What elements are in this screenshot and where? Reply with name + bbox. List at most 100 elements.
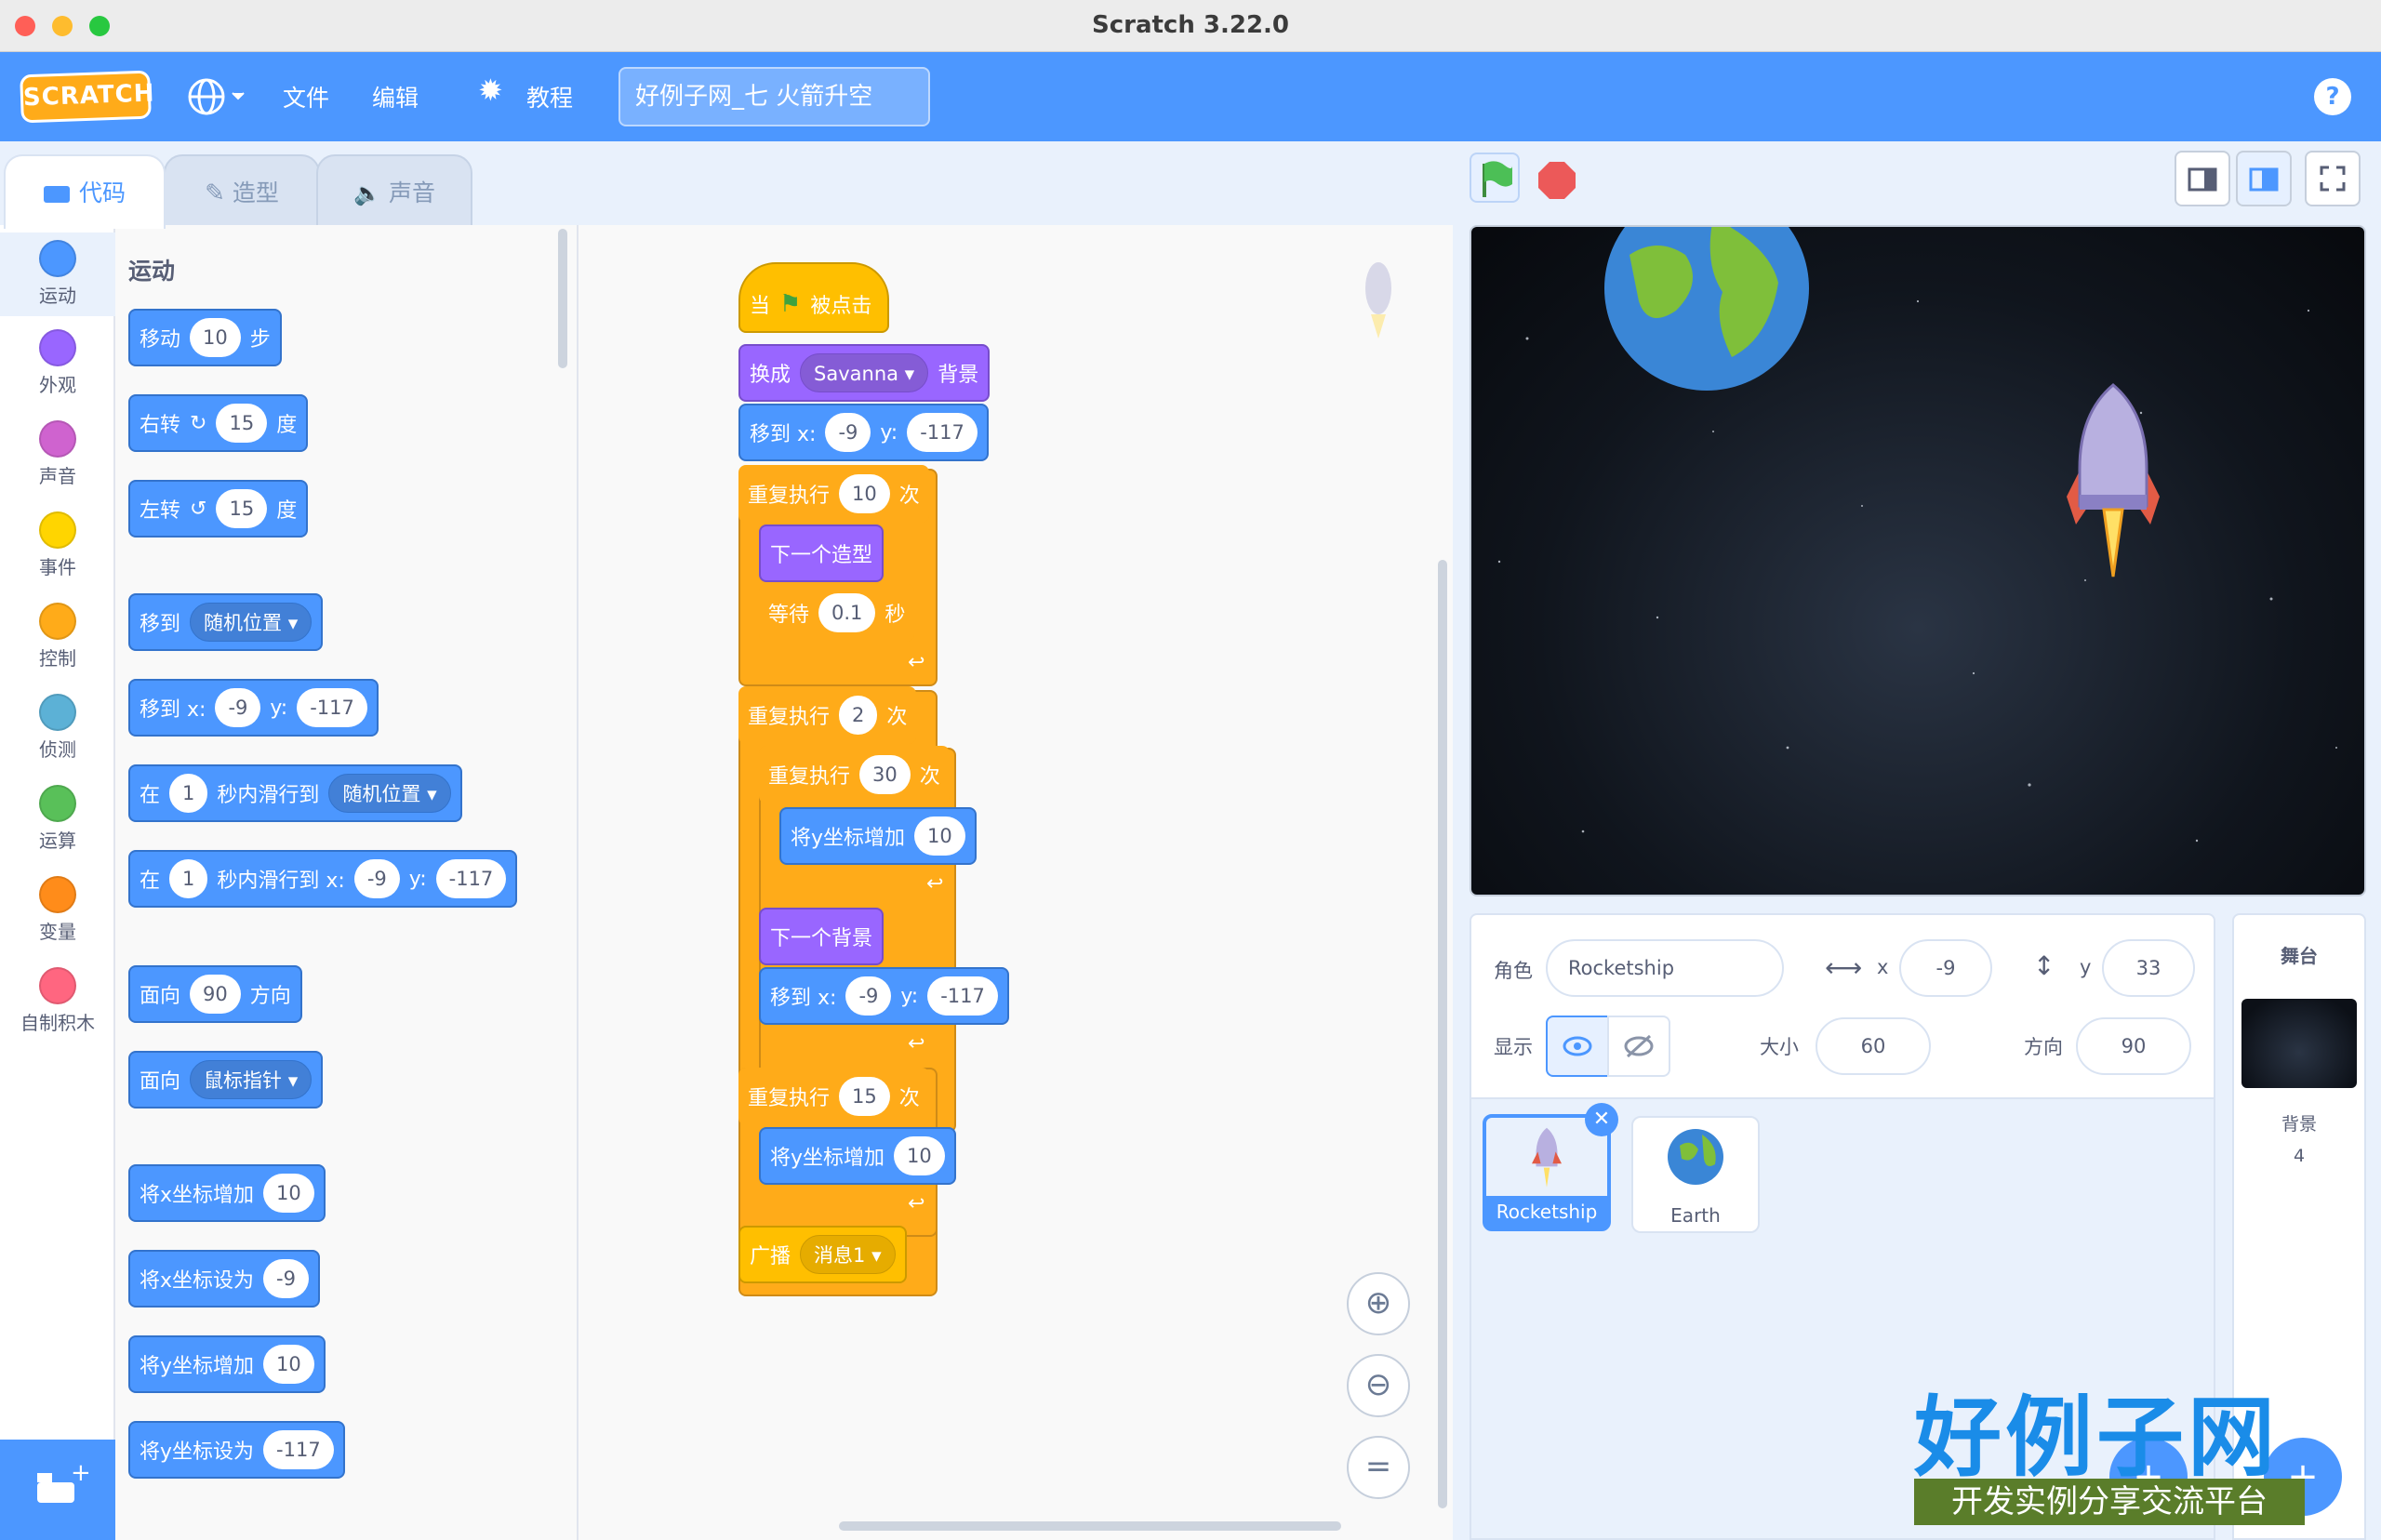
edit-menu[interactable]: 编辑 [372, 80, 419, 113]
block-broadcast[interactable]: 广播 消息1 ▾ [738, 1226, 907, 1283]
fullscreen-button[interactable] [2305, 151, 2361, 206]
repeat-count-input[interactable]: 10 [839, 474, 890, 513]
block-move-steps[interactable]: 移动 10 步 [128, 309, 282, 366]
repeat-header-1[interactable]: 重复执行 10 次 [738, 465, 929, 523]
category-events[interactable]: 事件 [0, 511, 115, 579]
palette-scrollbar[interactable] [558, 229, 567, 368]
number-input[interactable]: 10 [190, 318, 241, 357]
category-variables[interactable]: 变量 [0, 876, 115, 944]
block-goto-xy[interactable]: 移到 x: -9 y: -117 [128, 679, 379, 737]
block-glide-to-target[interactable]: 在 1 秒内滑行到 随机位置 ▾ [128, 764, 462, 822]
rocketship-sprite[interactable] [2067, 383, 2160, 578]
project-title-input[interactable]: 好例子网_七 火箭升空 [619, 67, 930, 126]
target-dropdown[interactable]: 鼠标指针 ▾ [190, 1060, 313, 1099]
normal-stage-button[interactable] [2236, 151, 2292, 206]
number-input[interactable]: 15 [216, 489, 268, 528]
block-goto-target[interactable]: 移到 随机位置 ▾ [128, 593, 324, 651]
repeat-count-input[interactable]: 30 [859, 755, 911, 794]
stop-button[interactable] [1538, 162, 1576, 199]
workspace-horizontal-scrollbar[interactable] [839, 1521, 1341, 1531]
block-goto-xy[interactable]: 移到 x: -9 y: -117 [738, 404, 989, 461]
number-input[interactable]: 10 [263, 1174, 314, 1213]
show-sprite-toggle[interactable] [1546, 1016, 1609, 1077]
block-switch-backdrop[interactable]: 换成 Savanna ▾ 背景 [738, 344, 991, 402]
y-input[interactable]: -117 [297, 688, 367, 727]
y-input[interactable]: -117 [907, 413, 978, 452]
message-dropdown[interactable]: 消息1 ▾ [800, 1235, 896, 1274]
repeat-header-2[interactable]: 重复执行 2 次 [738, 686, 917, 744]
number-input[interactable]: 10 [894, 1136, 945, 1175]
delete-sprite-button[interactable]: ✕ [1585, 1103, 1618, 1136]
repeat-header-4[interactable]: 重复执行 15 次 [738, 1068, 929, 1125]
number-input[interactable]: -9 [263, 1259, 309, 1298]
green-flag-button[interactable] [1470, 153, 1520, 203]
earth-sprite[interactable] [1604, 227, 1809, 391]
tab-code[interactable]: 代码 [4, 154, 166, 229]
add-extension-button[interactable]: + [0, 1440, 115, 1540]
scratch-logo[interactable]: SCRATCH [20, 70, 155, 124]
small-stage-button[interactable] [2175, 151, 2230, 206]
x-input[interactable]: -9 [353, 859, 400, 898]
language-menu[interactable] [186, 76, 247, 121]
number-input[interactable]: 1 [169, 774, 208, 813]
block-turn-left[interactable]: 左转 ↺ 15 度 [128, 480, 309, 538]
block-set-x[interactable]: 将x坐标设为 -9 [128, 1250, 320, 1308]
block-turn-right[interactable]: 右转 ↻ 15 度 [128, 394, 309, 452]
number-input[interactable]: 15 [216, 404, 268, 443]
size-input[interactable]: 60 [1816, 1017, 1931, 1075]
block-glide-to-xy[interactable]: 在 1 秒内滑行到 x: -9 y: -117 [128, 850, 518, 908]
block-change-y[interactable]: 将y坐标增加 10 [759, 1127, 956, 1185]
y-input[interactable]: -117 [435, 859, 507, 898]
category-motion[interactable]: 运动 [0, 232, 115, 316]
repeat-count-input[interactable]: 2 [839, 696, 878, 735]
sprite-tile-earth[interactable]: Earth [1631, 1116, 1760, 1233]
backdrop-dropdown[interactable]: Savanna ▾ [800, 353, 929, 392]
category-my-blocks[interactable]: 自制积木 [0, 967, 115, 1035]
seconds-input[interactable]: 0.1 [818, 593, 876, 632]
direction-input[interactable]: 90 [190, 975, 241, 1014]
y-input[interactable]: 33 [2102, 939, 2195, 997]
block-set-y[interactable]: 将y坐标设为 -117 [128, 1421, 345, 1479]
repeat-header-3[interactable]: 重复执行 30 次 [759, 746, 950, 803]
number-input[interactable]: 10 [914, 816, 965, 856]
number-input[interactable]: 1 [169, 859, 208, 898]
block-change-x[interactable]: 将x坐标增加 10 [128, 1164, 326, 1222]
block-change-y[interactable]: 将y坐标增加 10 [779, 807, 977, 865]
block-next-costume[interactable]: 下一个造型 [759, 524, 885, 582]
x-input[interactable]: -9 [845, 976, 892, 1016]
tab-costumes[interactable]: ✎ 造型 [164, 154, 320, 229]
block-goto-xy[interactable]: 移到 x: -9 y: -117 [759, 967, 1009, 1025]
tab-sounds[interactable]: 🔈 声音 [316, 154, 472, 229]
block-point-towards[interactable]: 面向 鼠标指针 ▾ [128, 1051, 324, 1109]
category-looks[interactable]: 外观 [0, 329, 115, 397]
block-wait[interactable]: 等待 0.1 秒 [759, 584, 915, 642]
category-sensing[interactable]: 侦测 [0, 694, 115, 762]
x-input[interactable]: -9 [1899, 939, 1992, 997]
direction-input[interactable]: 90 [2076, 1017, 2191, 1075]
zoom-out-button[interactable]: ⊖ [1347, 1354, 1410, 1417]
x-input[interactable]: -9 [215, 688, 261, 727]
block-next-backdrop[interactable]: 下一个背景 [759, 908, 885, 965]
block-point-direction[interactable]: 面向 90 方向 [128, 965, 302, 1023]
target-dropdown[interactable]: 随机位置 ▾ [328, 774, 451, 813]
y-input[interactable]: -117 [927, 976, 998, 1016]
zoom-reset-button[interactable]: = [1347, 1436, 1410, 1499]
hide-sprite-toggle[interactable] [1607, 1016, 1670, 1077]
workspace-vertical-scrollbar[interactable] [1438, 560, 1447, 1508]
block-when-flag-clicked[interactable]: 当 ⚑ 被点击 [738, 262, 889, 333]
script-workspace[interactable]: 当 ⚑ 被点击 换成 Savanna ▾ 背景 移到 x: -9 y: -117 重复执行 10… [579, 225, 1453, 1540]
target-dropdown[interactable]: 随机位置 ▾ [190, 603, 313, 642]
file-menu[interactable]: 文件 [283, 80, 329, 113]
number-input[interactable]: -117 [263, 1430, 334, 1469]
repeat-count-input[interactable]: 15 [839, 1077, 890, 1116]
block-change-y[interactable]: 将y坐标增加 10 [128, 1335, 326, 1393]
number-input[interactable]: 10 [263, 1345, 314, 1384]
x-input[interactable]: -9 [825, 413, 871, 452]
help-button[interactable]: ? [2314, 78, 2351, 115]
zoom-in-button[interactable]: ⊕ [1347, 1272, 1410, 1335]
category-control[interactable]: 控制 [0, 603, 115, 670]
sprite-name-input[interactable]: Rocketship [1546, 939, 1784, 997]
stage-canvas[interactable] [1470, 225, 2366, 896]
category-sound[interactable]: 声音 [0, 420, 115, 488]
category-operators[interactable]: 运算 [0, 785, 115, 853]
